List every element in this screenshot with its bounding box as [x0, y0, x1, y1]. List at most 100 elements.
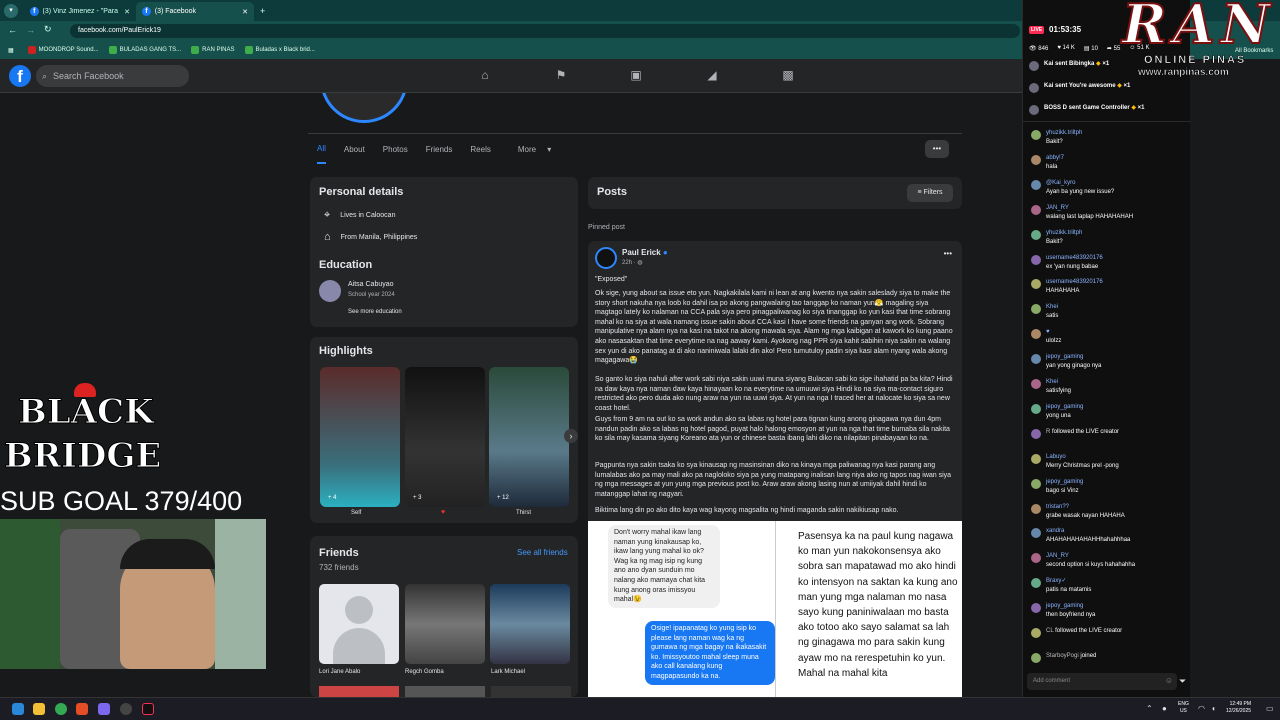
- gaming-icon[interactable]: ▩: [781, 68, 795, 82]
- user-avatar[interactable]: [1031, 329, 1041, 340]
- comment-username[interactable]: yhuzikk.triltph: [1046, 129, 1187, 138]
- comment-username[interactable]: Labuyo: [1046, 453, 1187, 462]
- friend-photo[interactable]: [490, 584, 570, 664]
- user-avatar[interactable]: [1031, 254, 1041, 265]
- volume-icon[interactable]: ◖: [1211, 704, 1216, 713]
- wifi-icon[interactable]: ◠: [1198, 704, 1205, 713]
- friend-photo[interactable]: [405, 686, 485, 697]
- comment-input[interactable]: Add comment ☺: [1027, 673, 1177, 690]
- file-explorer-icon[interactable]: [33, 703, 45, 715]
- user-avatar[interactable]: [1031, 478, 1041, 489]
- friend-name[interactable]: Lori Jane Abalo: [319, 669, 360, 675]
- highlight-story[interactable]: + 4: [320, 367, 400, 507]
- comment-username[interactable]: jepoy_gaming: [1046, 403, 1187, 412]
- friend-photo[interactable]: [319, 686, 399, 697]
- user-avatar[interactable]: [1031, 528, 1041, 539]
- user-avatar[interactable]: [1031, 354, 1041, 365]
- highlight-story[interactable]: + 12: [489, 367, 569, 507]
- megaphone-icon[interactable]: ◢: [705, 68, 719, 82]
- user-avatar[interactable]: [1031, 428, 1041, 439]
- bookmark-item[interactable]: Buladas x Black brid...: [244, 46, 315, 54]
- tab-about[interactable]: About: [344, 145, 365, 154]
- tab-photos[interactable]: Photos: [383, 145, 408, 154]
- user-avatar[interactable]: [1031, 503, 1041, 514]
- comment-username[interactable]: jepoy_gaming: [1046, 602, 1187, 611]
- comment-username[interactable]: jepoy_gaming: [1046, 478, 1187, 487]
- apps-icon[interactable]: ▦: [8, 47, 14, 54]
- comment-username[interactable]: JAN_RY: [1046, 552, 1187, 561]
- more-options-button[interactable]: •••: [925, 140, 949, 158]
- author-name[interactable]: Paul Erick ●: [622, 248, 668, 257]
- user-avatar[interactable]: [1031, 603, 1041, 614]
- bookmark-item[interactable]: BULADAS GANG TS...: [108, 46, 181, 54]
- bookmark-item[interactable]: RAN PINAS: [191, 46, 235, 54]
- user-avatar[interactable]: [1029, 83, 1039, 93]
- url-field[interactable]: facebook.com/PaulErick19: [70, 24, 1020, 38]
- comment-username[interactable]: Braxy✓: [1046, 577, 1187, 586]
- back-icon[interactable]: ←: [8, 25, 17, 35]
- tab-more[interactable]: More ▾: [509, 145, 551, 154]
- see-all-friends-link[interactable]: See all friends: [517, 548, 568, 557]
- filter-icon[interactable]: ⏷: [1179, 676, 1186, 687]
- tab-menu-icon[interactable]: ▾: [4, 3, 18, 18]
- post-options-icon[interactable]: •••: [944, 249, 952, 258]
- search-input[interactable]: ⌕ Search Facebook: [36, 65, 189, 87]
- user-avatar[interactable]: [1031, 279, 1041, 290]
- filters-button[interactable]: ≡ Filters: [907, 184, 953, 202]
- tiktok-icon[interactable]: [142, 703, 154, 715]
- comment-username[interactable]: JAN_RY: [1046, 204, 1187, 213]
- app-icon[interactable]: [76, 703, 88, 715]
- emoji-icon[interactable]: ☺: [1165, 676, 1173, 685]
- comment-username[interactable]: ♥: [1046, 328, 1187, 337]
- comment-username[interactable]: jepoy_gaming: [1046, 353, 1187, 362]
- app-icon[interactable]: [98, 703, 110, 715]
- user-avatar[interactable]: [1029, 105, 1039, 115]
- comment-username[interactable]: Khei: [1046, 303, 1187, 312]
- friend-photo[interactable]: [491, 686, 571, 697]
- tab-reels[interactable]: Reels: [470, 145, 490, 154]
- post-screenshot-image[interactable]: Don't worry mahal ikaw lang naman yung k…: [588, 521, 962, 697]
- see-more-education-link[interactable]: See more education: [348, 309, 402, 315]
- user-avatar[interactable]: [1031, 379, 1041, 389]
- comment-username[interactable]: xandra: [1046, 527, 1187, 536]
- user-avatar[interactable]: [1031, 403, 1041, 414]
- obs-icon[interactable]: [120, 703, 132, 715]
- user-avatar[interactable]: [1031, 578, 1041, 589]
- browser-tab-1[interactable]: f(3) Vinz Jimenez - "Para may so✕: [24, 2, 136, 21]
- user-avatar[interactable]: [1031, 553, 1041, 564]
- facebook-logo-icon[interactable]: f: [9, 65, 31, 87]
- friend-name[interactable]: Lark Michael: [491, 669, 525, 675]
- reload-icon[interactable]: ↻: [44, 24, 52, 35]
- home-icon[interactable]: ⌂: [478, 68, 492, 82]
- flag-icon[interactable]: ⚑: [554, 68, 568, 82]
- clock[interactable]: 12:49 PM 12/26/2025: [1226, 701, 1251, 715]
- tray-up-icon[interactable]: ⌃: [1146, 704, 1153, 713]
- browser-tab-2[interactable]: f (3) Facebook ✕: [136, 2, 254, 21]
- notification-icon[interactable]: ▭: [1266, 704, 1274, 713]
- profile-avatar[interactable]: [320, 93, 408, 123]
- chrome-icon[interactable]: [55, 703, 67, 715]
- friend-photo[interactable]: [405, 584, 485, 664]
- tab-all[interactable]: All: [317, 135, 326, 164]
- highlight-story[interactable]: + 3: [405, 367, 485, 507]
- comment-username[interactable]: yhuzikk.triltph: [1046, 229, 1187, 238]
- user-avatar[interactable]: [1031, 652, 1041, 663]
- user-avatar[interactable]: [1031, 204, 1041, 215]
- mic-icon[interactable]: ●: [1162, 704, 1167, 713]
- tab-friends[interactable]: Friends: [426, 145, 453, 154]
- author-avatar[interactable]: [595, 247, 617, 269]
- language-indicator[interactable]: ENG US: [1178, 701, 1189, 715]
- friend-photo[interactable]: [319, 584, 399, 664]
- user-avatar[interactable]: [1031, 453, 1041, 464]
- user-avatar[interactable]: [1031, 628, 1041, 638]
- comment-username[interactable]: abby!7: [1046, 154, 1187, 163]
- user-avatar[interactable]: [1031, 304, 1041, 315]
- user-avatar[interactable]: [1031, 154, 1041, 165]
- comment-username[interactable]: tristan??: [1046, 503, 1187, 512]
- comment-username[interactable]: @Kai_kyro: [1046, 179, 1187, 188]
- windows-start-icon[interactable]: [12, 703, 24, 715]
- close-icon[interactable]: ✕: [124, 8, 130, 16]
- comment-username[interactable]: Khei: [1046, 378, 1187, 387]
- user-avatar[interactable]: [1031, 229, 1041, 240]
- comment-username[interactable]: username483920176: [1046, 254, 1187, 263]
